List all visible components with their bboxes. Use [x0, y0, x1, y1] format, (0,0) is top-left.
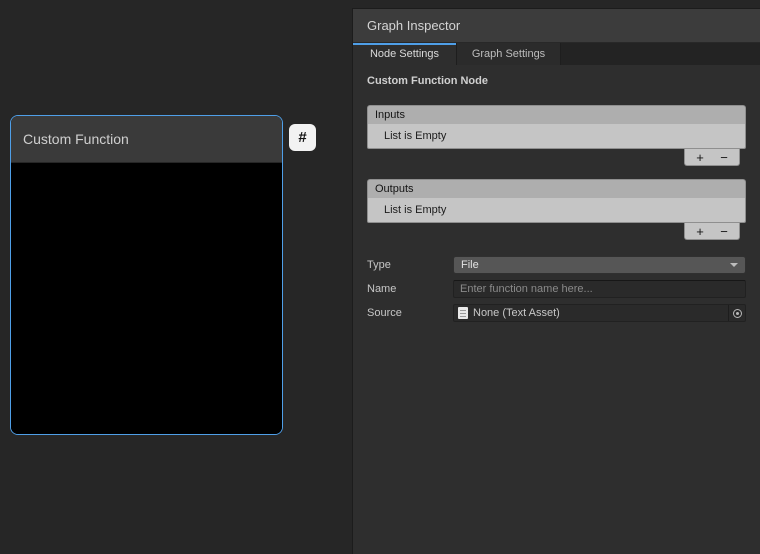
type-dropdown[interactable]: File: [453, 256, 746, 274]
outputs-empty-row: List is Empty: [367, 198, 746, 223]
outputs-list-header[interactable]: Outputs: [367, 179, 746, 198]
name-label: Name: [367, 283, 453, 295]
inputs-add-button[interactable]: +: [688, 150, 712, 165]
outputs-list: Outputs List is Empty + −: [367, 179, 746, 240]
tab-node-settings-label: Node Settings: [370, 48, 439, 60]
tab-node-settings[interactable]: Node Settings: [353, 43, 457, 65]
type-label: Type: [367, 259, 453, 271]
node-title: Custom Function: [23, 131, 129, 147]
inspector-tab-bar: Node Settings Graph Settings: [353, 43, 760, 65]
custom-function-node[interactable]: Custom Function: [10, 115, 283, 435]
outputs-list-footer: + −: [367, 223, 746, 240]
inputs-list-footer: + −: [367, 149, 746, 166]
source-row: Source None (Text Asset): [367, 304, 746, 322]
graph-canvas[interactable]: Custom Function # Graph Inspector Node S…: [0, 0, 760, 554]
text-asset-icon: [458, 307, 468, 319]
object-picker-button[interactable]: [728, 305, 745, 321]
name-row: Name: [367, 280, 746, 298]
inputs-empty-text: List is Empty: [384, 130, 446, 142]
inputs-list-footer-bar: + −: [684, 149, 740, 166]
type-row: Type File: [367, 256, 746, 274]
graph-inspector-panel: Graph Inspector Node Settings Graph Sett…: [352, 8, 760, 554]
type-dropdown-value: File: [461, 259, 479, 271]
inputs-list-title: Inputs: [375, 109, 405, 121]
source-object-field[interactable]: None (Text Asset): [453, 304, 746, 322]
outputs-empty-text: List is Empty: [384, 204, 446, 216]
source-object-value: None (Text Asset): [473, 307, 560, 319]
node-preview-body: [11, 163, 282, 434]
node-settings-fields: Type File Name Source None (Text Asset): [367, 256, 746, 322]
outputs-list-footer-bar: + −: [684, 223, 740, 240]
outputs-add-button[interactable]: +: [688, 224, 712, 239]
inspector-content: Custom Function Node Inputs List is Empt…: [353, 65, 760, 322]
hash-badge-icon[interactable]: #: [289, 124, 316, 151]
outputs-list-title: Outputs: [375, 183, 414, 195]
tab-graph-settings[interactable]: Graph Settings: [457, 43, 561, 65]
hash-badge-glyph: #: [298, 129, 306, 146]
inputs-empty-row: List is Empty: [367, 124, 746, 149]
source-label: Source: [367, 307, 453, 319]
dropdown-arrow-icon: [730, 263, 738, 267]
inputs-list-header[interactable]: Inputs: [367, 105, 746, 124]
node-header[interactable]: Custom Function: [11, 116, 282, 163]
inspector-header[interactable]: Graph Inspector: [353, 9, 760, 43]
inputs-remove-button[interactable]: −: [712, 150, 736, 165]
inputs-list: Inputs List is Empty + −: [367, 105, 746, 166]
outputs-remove-button[interactable]: −: [712, 224, 736, 239]
inspector-title: Graph Inspector: [367, 18, 460, 33]
section-title: Custom Function Node: [367, 75, 746, 87]
object-picker-icon: [733, 309, 742, 318]
function-name-input[interactable]: [453, 280, 746, 298]
tab-graph-settings-label: Graph Settings: [472, 48, 545, 60]
